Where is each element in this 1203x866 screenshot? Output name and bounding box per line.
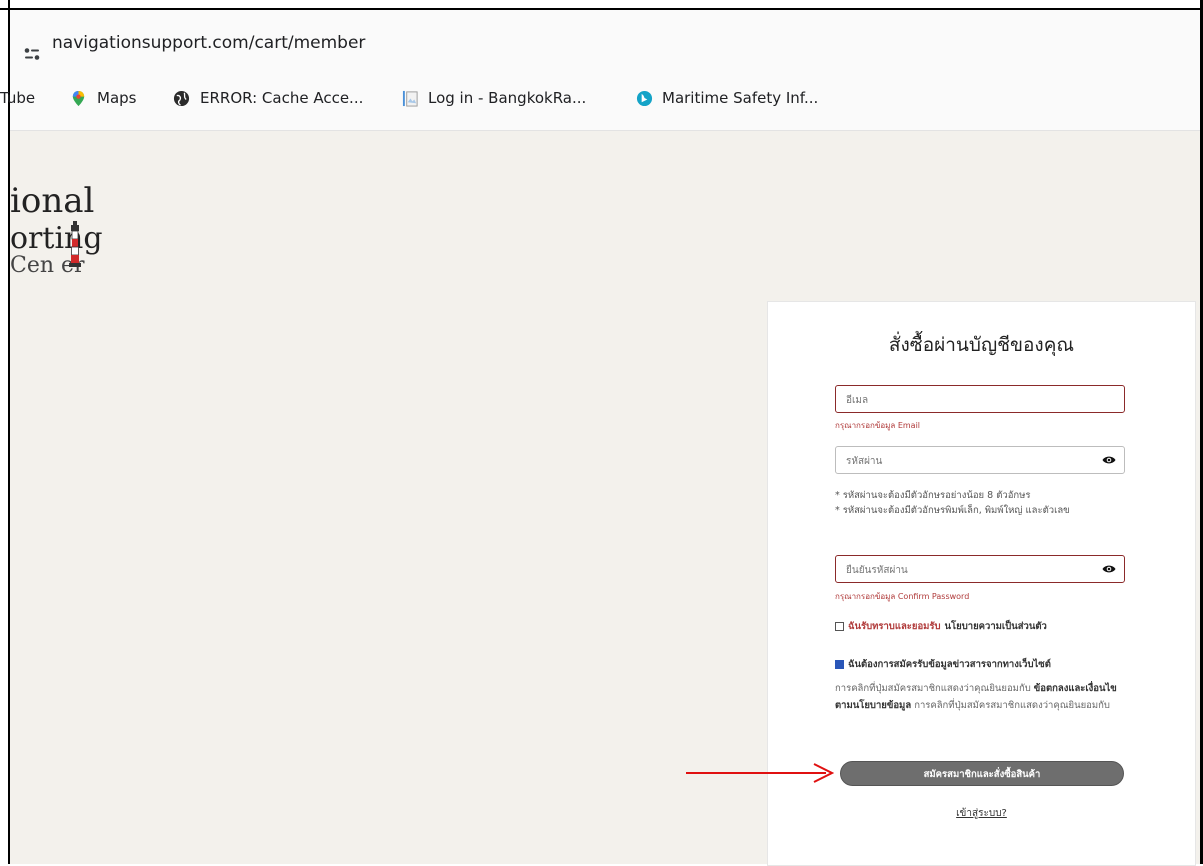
email-input[interactable] bbox=[844, 387, 1088, 413]
logo-text-line1: ional bbox=[10, 181, 95, 221]
bing-icon bbox=[636, 90, 653, 107]
globe-icon bbox=[173, 90, 190, 107]
maps-pin-icon bbox=[72, 90, 85, 107]
red-arrow-annotation bbox=[686, 763, 834, 783]
bookmark-bangkok[interactable]: Log in - BangkokRa... bbox=[428, 89, 586, 107]
email-field[interactable] bbox=[835, 385, 1125, 413]
privacy-checkbox[interactable] bbox=[835, 622, 844, 631]
confirm-password-field[interactable] bbox=[835, 555, 1125, 583]
password-hint-length: * รหัสผ่านจะต้องมีตัวอักษรอย่างน้อย 8 ตั… bbox=[835, 490, 1031, 501]
logo-text-line2: orting bbox=[10, 221, 103, 256]
bookmark-error-cache[interactable]: ERROR: Cache Acce... bbox=[200, 89, 363, 107]
bookmark-maps[interactable]: Maps bbox=[97, 89, 136, 107]
register-and-order-button[interactable]: สมัครสมาชิกและสั่งซื้อสินค้า bbox=[840, 761, 1124, 786]
terms-consent-text: การคลิกที่ปุ่มสมัครสมาชิกแสดงว่าคุณยินยอ… bbox=[835, 680, 1127, 714]
newsletter-checkbox[interactable] bbox=[835, 660, 844, 669]
page-content: ional orting Cen er สั่งซื้อผ่านบัญชีของ… bbox=[10, 131, 1200, 866]
email-error: กรุณากรอกข้อมูล Email bbox=[835, 421, 921, 430]
newsletter-row[interactable]: ฉันต้องการสมัครรับข้อมูลข่าวสารจากทางเว็… bbox=[835, 657, 1135, 672]
password-input[interactable] bbox=[844, 448, 1088, 474]
confirm-password-input[interactable] bbox=[844, 557, 1088, 583]
consent-text-part1: การคลิกที่ปุ่มสมัครสมาชิกแสดงว่าคุณยินยอ… bbox=[835, 683, 1031, 694]
login-link[interactable]: เข้าสู่ระบบ? bbox=[768, 806, 1195, 821]
privacy-accept-label[interactable]: ฉันรับทราบและยอมรับ bbox=[848, 619, 941, 634]
privacy-policy-link[interactable]: นโยบายความเป็นส่วนตัว bbox=[945, 619, 1047, 634]
newsletter-label[interactable]: ฉันต้องการสมัครรับข้อมูลข่าวสารจากทางเว็… bbox=[848, 657, 1051, 672]
site-settings-icon[interactable] bbox=[24, 47, 40, 61]
lighthouse-icon bbox=[69, 221, 81, 267]
form-title: สั่งซื้อผ่านบัญชีของคุณ bbox=[888, 334, 1075, 356]
url-text[interactable]: navigationsupport.com/cart/member bbox=[52, 33, 365, 53]
privacy-consent-row[interactable]: ฉันรับทราบและยอมรับ นโยบายความเป็นส่วนตั… bbox=[835, 619, 1135, 634]
bookmark-maritime[interactable]: Maritime Safety Inf... bbox=[662, 89, 818, 107]
bookmark-youtube[interactable]: Tube bbox=[0, 89, 35, 107]
password-hint-characters: * รหัสผ่านจะต้องมีตัวอักษรพิมพ์เล็ก, พิม… bbox=[835, 505, 1070, 516]
password-field[interactable] bbox=[835, 446, 1125, 474]
document-icon bbox=[402, 90, 418, 107]
show-password-eye-icon[interactable] bbox=[1102, 455, 1116, 465]
consent-text-part2: การคลิกที่ปุ่มสมัครสมาชิกแสดงว่าคุณยินยอ… bbox=[914, 700, 1110, 711]
confirm-password-error: กรุณากรอกข้อมูล Confirm Password bbox=[835, 592, 970, 601]
show-confirm-password-eye-icon[interactable] bbox=[1102, 564, 1116, 574]
